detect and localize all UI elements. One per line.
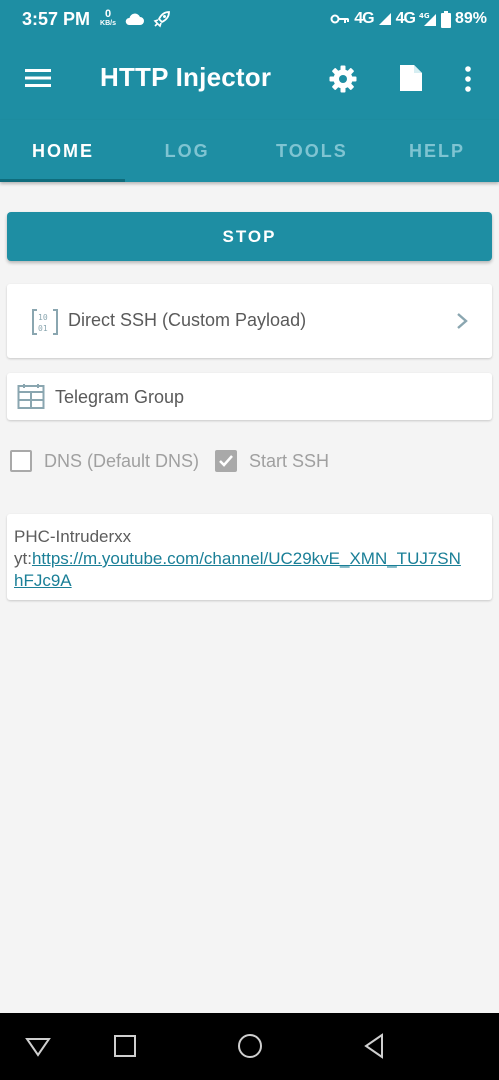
app-title: HTTP Injector: [100, 62, 272, 92]
menu-icon[interactable]: [24, 66, 52, 90]
dns-checkbox-label: DNS (Default DNS): [44, 450, 200, 471]
square-icon[interactable]: [111, 1032, 139, 1060]
gear-icon[interactable]: [328, 64, 358, 94]
dns-checkbox[interactable]: DNS (Default DNS): [10, 447, 199, 475]
vpn-key-icon: [330, 14, 350, 24]
config-note-author: PHC-Intruderxx: [14, 527, 132, 546]
rocket-icon: [153, 11, 170, 28]
down-triangle-icon[interactable]: [24, 1032, 52, 1060]
back-triangle-icon[interactable]: [361, 1032, 389, 1060]
tab-home[interactable]: HOME: [0, 120, 125, 182]
checkbox-unchecked-icon: [10, 450, 32, 472]
calendar-grid-icon: [17, 384, 45, 409]
status-time: 3:57 PM: [22, 8, 91, 29]
tab-help[interactable]: HELP: [374, 120, 499, 182]
signal-icon-2: 4G: [419, 12, 436, 26]
chevron-right-icon: [457, 313, 468, 329]
tab-bar: HOME LOG TOOLS HELP: [0, 120, 499, 182]
network-speed-value: 0: [104, 8, 112, 20]
app-bar: HTTP Injector: [0, 38, 499, 120]
telegram-group-label: Telegram Group: [55, 387, 185, 407]
circle-icon[interactable]: [236, 1032, 264, 1060]
youtube-channel-link[interactable]: https://m.youtube.com/channel/UC29kvE_XM…: [14, 549, 461, 590]
config-note-card: PHC-Intruderxx yt:https://m.youtube.com/…: [7, 514, 492, 600]
battery-level: 89%: [454, 10, 487, 27]
start-ssh-checkbox-label: Start SSH: [249, 450, 330, 471]
more-vert-icon[interactable]: [458, 65, 478, 93]
svg-text:10: 10: [38, 313, 48, 322]
network-type-2: 4G: [395, 10, 416, 27]
telegram-group-link[interactable]: Telegram Group: [7, 373, 492, 420]
binary-icon: 10 01: [32, 309, 58, 335]
checkmark-icon: [219, 455, 233, 467]
stop-button[interactable]: STOP: [7, 212, 492, 261]
svg-text:4G: 4G: [419, 12, 430, 20]
config-note: PHC-Intruderxx yt:https://m.youtube.com/…: [14, 526, 464, 592]
tunnel-mode-selector[interactable]: 10 01 Direct SSH (Custom Payload): [7, 284, 492, 358]
network-speed-unit: KB/s: [100, 20, 116, 27]
tunnel-mode-label: Direct SSH (Custom Payload): [68, 310, 307, 330]
tab-tools[interactable]: TOOLS: [250, 120, 375, 182]
tab-log[interactable]: LOG: [125, 120, 250, 182]
checkbox-checked-icon: [215, 450, 237, 472]
svg-text:01: 01: [38, 324, 48, 333]
config-note-prefix: yt:: [14, 549, 32, 568]
network-type-1: 4G: [354, 10, 374, 27]
battery-icon: [440, 10, 451, 28]
system-nav-bar: [0, 1013, 499, 1080]
status-bar: 3:57 PM 0 KB/s 4G 4G 4G 89%: [0, 0, 499, 38]
cloud-icon: [125, 13, 144, 25]
signal-icon-1: [378, 13, 391, 25]
document-icon[interactable]: [398, 63, 424, 93]
network-speed: 0 KB/s: [100, 8, 116, 28]
start-ssh-checkbox[interactable]: Start SSH: [215, 447, 329, 475]
